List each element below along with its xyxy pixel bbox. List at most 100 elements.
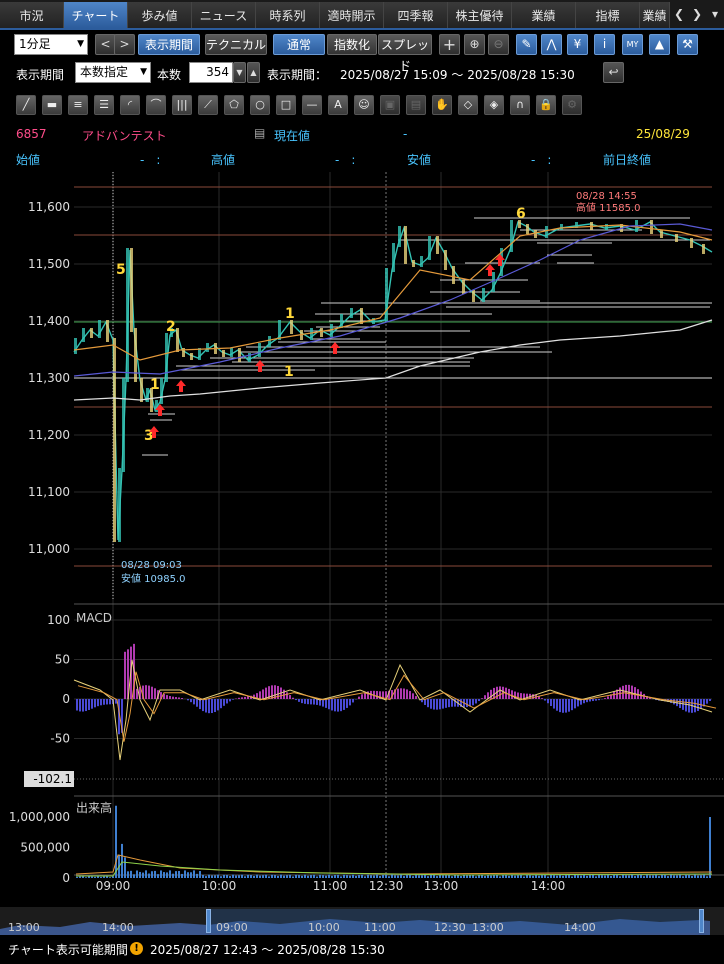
area-chart-icon[interactable]: ▲ bbox=[649, 34, 670, 55]
volume-bar bbox=[628, 875, 630, 878]
tab-4[interactable]: 時系列 bbox=[256, 2, 320, 28]
ruler-icon[interactable]: ▬ bbox=[42, 95, 62, 115]
macd-histogram-bar bbox=[706, 699, 708, 704]
text-icon[interactable]: A bbox=[328, 95, 348, 115]
pen-icon[interactable]: ✎ bbox=[516, 34, 537, 55]
volume-bar bbox=[271, 874, 273, 878]
info-icon[interactable]: ⅰ bbox=[594, 34, 615, 55]
navigator-right-handle[interactable] bbox=[699, 909, 704, 933]
hand-icon[interactable]: ✋ bbox=[432, 95, 452, 115]
zoom-out-icon[interactable]: ⊖ bbox=[488, 34, 509, 55]
navigator[interactable]: 13:00 14:00 09:00 10:00 11:00 12:30 13:00 14:00 bbox=[0, 907, 724, 935]
wrench-icon[interactable]: ⚒ bbox=[677, 34, 698, 55]
tab-prev-icon[interactable]: ❮ bbox=[671, 6, 687, 22]
trend-line-icon[interactable]: ╱ bbox=[16, 95, 36, 115]
macd-histogram-bar bbox=[196, 699, 198, 707]
chart-area[interactable]: 11,60011,50011,40011,30011,20011,10011,0… bbox=[0, 168, 724, 907]
candle bbox=[130, 248, 133, 332]
macd-histogram-bar bbox=[103, 699, 105, 705]
eraser-icon[interactable]: ◇ bbox=[458, 95, 478, 115]
reset-icon[interactable]: ↩ bbox=[603, 62, 624, 83]
index-button[interactable]: 指数化 bbox=[327, 34, 377, 55]
stamp-icon[interactable]: ☺ bbox=[354, 95, 374, 115]
prev-button[interactable]: < bbox=[95, 34, 116, 55]
tab-next-icon[interactable]: ❯ bbox=[689, 6, 705, 22]
trend-icon[interactable]: ⋀ bbox=[541, 34, 562, 55]
volume-bar bbox=[622, 874, 624, 878]
period-button[interactable]: 表示期間 bbox=[138, 34, 200, 55]
count-input[interactable]: 354 bbox=[189, 62, 233, 83]
crosshair-icon[interactable]: + bbox=[439, 34, 460, 55]
tab-6[interactable]: 四季報 bbox=[384, 2, 448, 28]
circle-icon[interactable]: ○ bbox=[250, 95, 270, 115]
copy-icon[interactable]: ▣ bbox=[380, 95, 400, 115]
volume-bar bbox=[409, 874, 411, 878]
tab-9[interactable]: 指標 bbox=[576, 2, 640, 28]
candle bbox=[702, 244, 705, 254]
zoom-in-icon[interactable]: ⊕ bbox=[464, 34, 485, 55]
tab-7[interactable]: 株主優待 bbox=[448, 2, 512, 28]
next-button[interactable]: > bbox=[114, 34, 135, 55]
macd-histogram-bar bbox=[406, 689, 408, 699]
macd-histogram-bar bbox=[415, 696, 417, 699]
macd-histogram-bar bbox=[541, 698, 543, 699]
volume-bar bbox=[631, 874, 633, 878]
spread-button[interactable]: スプレッド bbox=[378, 34, 432, 73]
eraser-all-icon[interactable]: ◈ bbox=[484, 95, 504, 115]
paste-icon[interactable]: ▤ bbox=[406, 95, 426, 115]
my-indicator-icon[interactable]: MY bbox=[622, 34, 643, 55]
horizontal-line-icon[interactable]: — bbox=[302, 95, 322, 115]
navigator-left-handle[interactable] bbox=[206, 909, 211, 933]
fibonacci-icon[interactable]: ⌒ bbox=[146, 95, 166, 115]
rectangle-icon[interactable]: □ bbox=[276, 95, 296, 115]
tab-menu-icon[interactable]: ▾ bbox=[707, 6, 723, 22]
tab-2[interactable]: 歩み値 bbox=[128, 2, 192, 28]
tab-1[interactable]: チャート bbox=[64, 2, 128, 28]
arc-icon[interactable]: ◜ bbox=[120, 95, 140, 115]
tab-5[interactable]: 適時開示 bbox=[320, 2, 384, 28]
volume-bar bbox=[607, 874, 609, 878]
macd-histogram-bar bbox=[436, 699, 438, 710]
macd-histogram-bar bbox=[700, 699, 702, 709]
macd-histogram-bar bbox=[352, 699, 354, 703]
volume-bar bbox=[616, 874, 618, 878]
lock-icon[interactable]: 🔒 bbox=[536, 95, 556, 115]
volume-bar bbox=[544, 874, 546, 878]
fan-icon[interactable]: ⟋ bbox=[198, 95, 218, 115]
count-down-icon[interactable]: ▼ bbox=[233, 62, 246, 83]
pentagon-icon[interactable]: ⬠ bbox=[224, 95, 244, 115]
interval-select[interactable]: 1分足 ▼ bbox=[14, 34, 88, 55]
macd-histogram-bar bbox=[202, 699, 204, 712]
volume-bar bbox=[505, 875, 507, 878]
candle bbox=[392, 243, 395, 272]
horizontal-lines-icon[interactable]: ≡ bbox=[68, 95, 88, 115]
tab-0[interactable]: 市況 bbox=[0, 2, 64, 28]
candle bbox=[320, 328, 323, 337]
technical-button[interactable]: テクニカル bbox=[205, 34, 267, 55]
normal-button[interactable]: 通常 bbox=[273, 34, 325, 55]
volume-bar bbox=[451, 876, 453, 878]
macd-histogram-bar bbox=[145, 685, 147, 699]
settings-icon[interactable]: ⚙ bbox=[562, 95, 582, 115]
price-axis-label: 11,400 bbox=[28, 314, 70, 328]
current-label: 現在値 bbox=[274, 129, 311, 143]
period-mode-select[interactable]: 本数指定 ▼ bbox=[75, 62, 151, 83]
vertical-lines-icon[interactable]: ||| bbox=[172, 95, 192, 115]
magnet-icon[interactable]: ∩ bbox=[510, 95, 530, 115]
parallel-lines-icon[interactable]: ☰ bbox=[94, 95, 114, 115]
count-up-icon[interactable]: ▲ bbox=[247, 62, 260, 83]
tab-8[interactable]: 業績 bbox=[512, 2, 576, 28]
yen-icon[interactable]: ¥ bbox=[567, 34, 588, 55]
volume-bar bbox=[289, 874, 291, 878]
tab-10[interactable]: 業績 bbox=[640, 2, 670, 28]
macd-histogram-bar bbox=[481, 698, 483, 699]
volume-bar bbox=[475, 876, 477, 878]
wave-label: 1 bbox=[285, 306, 295, 322]
macd-histogram-bar bbox=[544, 699, 546, 701]
candle bbox=[452, 266, 455, 284]
tab-3[interactable]: ニュース bbox=[192, 2, 256, 28]
volume-bar bbox=[202, 874, 204, 878]
volume-bar bbox=[166, 872, 168, 878]
volume-bar bbox=[355, 875, 357, 878]
chevron-down-icon: ▼ bbox=[140, 67, 147, 77]
